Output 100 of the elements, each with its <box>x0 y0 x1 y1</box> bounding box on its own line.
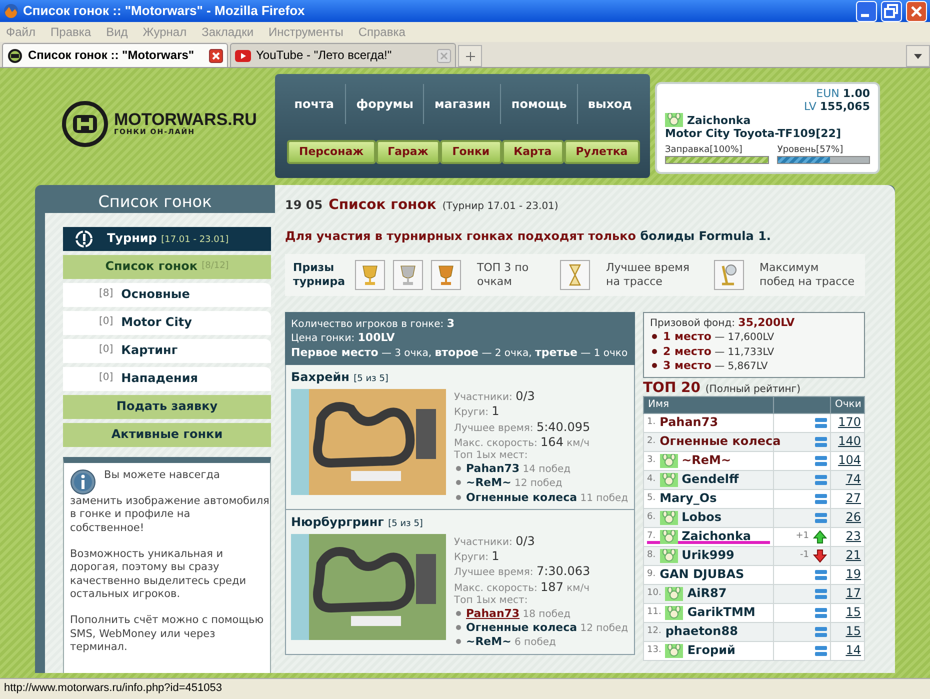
top-label: Топ 1ых мест: <box>454 594 529 607</box>
avatar-icon <box>665 113 683 128</box>
nav-link[interactable]: форумы <box>346 84 424 124</box>
top-label: Топ 1ых мест: <box>454 450 529 462</box>
browser-tab[interactable]: YouTube - "Лето всегда!" <box>230 43 456 67</box>
list-icon[interactable] <box>815 474 827 485</box>
action-button[interactable]: Подать заявку <box>63 394 271 419</box>
avatar-icon <box>660 472 678 487</box>
player-name[interactable]: Pahan73 <box>660 415 718 430</box>
prize-text: Максимум побед на трассе <box>760 261 856 288</box>
bullet-icon <box>652 348 657 354</box>
player-name[interactable]: Zaichonka <box>682 529 752 544</box>
site-name: MOTORWARS.RU <box>114 111 257 128</box>
track-stat: Макс. скорость: 164 км/ч <box>454 434 590 450</box>
panel-title: Список гонок <box>97 191 213 213</box>
list-icon[interactable] <box>815 588 827 599</box>
info-icon <box>70 468 96 495</box>
tab-list-button[interactable] <box>906 45 930 67</box>
category-item[interactable]: [8] Основные <box>63 282 271 307</box>
caret-icon <box>914 54 922 58</box>
nav-button[interactable]: Гонки <box>440 140 502 164</box>
track-name[interactable]: Бахрейн [5 из 5] <box>291 370 629 386</box>
nav-button[interactable]: Карта <box>502 140 564 164</box>
window-title: Список гонок :: "Motorwars" - Mozilla Firefox <box>23 2 305 20</box>
nav-button[interactable]: Рулетка <box>564 140 640 164</box>
text-link[interactable]: заменить изображение автомобиля <box>70 494 270 507</box>
rank-number: 4. <box>647 474 656 486</box>
player-name[interactable]: Огненные колеса <box>660 434 781 450</box>
meter-label: Уровень[57%] <box>777 145 844 156</box>
player-name[interactable]: ~ReM~ <box>682 453 732 468</box>
prize-text: ТОП 3 по очкам <box>477 261 530 288</box>
prize-text: Лучшее время на трассе <box>606 261 691 288</box>
list-icon[interactable] <box>815 494 827 504</box>
winner-entry: ~ReM~ 12 побед <box>454 476 628 491</box>
rank-number: 2. <box>647 436 656 448</box>
category-item[interactable]: [0] Картинг <box>63 338 271 363</box>
list-icon[interactable] <box>815 418 827 428</box>
nav-link[interactable]: магазин <box>424 84 500 124</box>
column-header: Имя <box>644 396 774 414</box>
avatar-icon <box>660 548 678 563</box>
rank-number: 11. <box>647 607 662 619</box>
list-icon[interactable] <box>815 456 827 466</box>
player-name[interactable]: Lobos <box>682 510 722 526</box>
heading-note: (Турнир 17.01 - 23.01) <box>442 201 558 214</box>
minimize-icon[interactable] <box>856 0 877 22</box>
player-name[interactable]: Mary_Os <box>660 491 717 506</box>
rank-number: 6. <box>647 512 656 524</box>
browser-tab[interactable]: Список гонок :: "Motorwars" <box>2 43 228 67</box>
track-stat: Участники: 0/3 <box>454 389 536 404</box>
winner-entry: Огненные колеса 11 побед <box>454 490 628 505</box>
hourglass-icon <box>560 260 590 290</box>
list-icon[interactable] <box>815 626 827 637</box>
action-button[interactable]: Активные гонки <box>63 422 271 447</box>
ranking-title: ТОП 20 (Полный рейтинг) <box>643 380 802 396</box>
close-icon[interactable] <box>906 0 927 22</box>
nav-button[interactable]: Персонаж <box>287 140 376 164</box>
tournament-button[interactable]: Турнир [17.01 - 23.01] <box>63 226 271 251</box>
race-info-text: Количество игроков в гонке: 3 <box>291 316 456 331</box>
list-icon[interactable] <box>815 512 827 523</box>
category-item[interactable]: [0] Motor City <box>63 310 271 335</box>
player-name[interactable]: GarikTMM <box>687 605 756 620</box>
browser-logo-icon <box>3 3 19 19</box>
avatar-icon <box>665 586 684 601</box>
video-logo-icon <box>235 48 251 64</box>
player-name[interactable]: Gendelff <box>682 472 739 488</box>
player-name[interactable]: GAN DJUBAS <box>660 567 744 582</box>
nav-button[interactable]: Гараж <box>376 140 440 164</box>
prize-place-text: 1 место — 17,600LV <box>663 330 774 344</box>
list-icon[interactable] <box>815 570 827 580</box>
alert-icon <box>75 230 93 248</box>
player-name[interactable]: AiR87 <box>687 586 727 602</box>
new-tab-button[interactable] <box>458 45 482 67</box>
category-item[interactable]: [0] Нападения <box>63 366 271 391</box>
track-stat: Лучшее время: 5:40.095 <box>454 420 592 435</box>
list-icon[interactable] <box>815 436 827 447</box>
track-stat: Участники: 0/3 <box>454 534 536 550</box>
player-name[interactable]: Егорий <box>687 643 736 658</box>
down-arrow-icon <box>813 548 827 563</box>
car-name: Motor City Toyota-TF109[22] <box>665 127 842 142</box>
maximize-icon[interactable] <box>881 0 902 22</box>
nav-link[interactable]: почта <box>283 84 346 124</box>
prize-place-text: 3 место — 5,867LV <box>663 359 768 374</box>
nav-link[interactable]: выход <box>578 84 642 124</box>
info-text: Возможность уникальная и дорогая, поэтому вы сразу качественно выделитесь среди остальных игроков. <box>70 548 248 602</box>
player-name[interactable]: phaeton88 <box>665 624 738 640</box>
status-text: http://www.motorwars.ru/info.php?id=451053 <box>4 682 222 696</box>
text-link[interactable]: Пополнить счёт <box>70 614 158 626</box>
race-number: 19 05 <box>285 198 323 213</box>
list-icon[interactable] <box>815 646 827 656</box>
player-name[interactable]: Urik999 <box>682 548 734 564</box>
list-icon[interactable] <box>815 608 827 618</box>
user-name[interactable]: Zaichonka <box>687 114 751 128</box>
notice-text: Для участия в турнирных гонках подходят только болиды Formula 1. <box>285 228 772 244</box>
track-stat: Круги: 1 <box>454 549 500 564</box>
race-info-text: Цена гонки: 100LV <box>291 331 396 346</box>
nav-link[interactable]: помощь <box>501 84 577 124</box>
tab-close-icon[interactable] <box>209 48 223 62</box>
column-header: Очки <box>830 396 864 414</box>
meter-label: Заправка[100%] <box>665 145 744 156</box>
track-name[interactable]: Нюрбургринг [5 из 5] <box>291 514 629 530</box>
